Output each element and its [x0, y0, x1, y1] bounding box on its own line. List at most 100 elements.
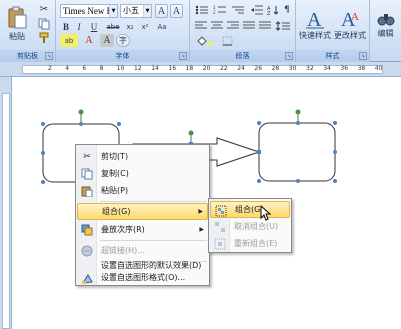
quick-styles-button[interactable]: A 快速样式: [298, 2, 332, 46]
italic-button[interactable]: I: [73, 20, 85, 33]
editing-label: 编辑: [377, 28, 394, 38]
sort-icon: AZ: [267, 6, 279, 15]
order-icon: [80, 223, 94, 236]
align-center-button[interactable]: [210, 19, 224, 32]
ruler-tick-label: 10: [116, 65, 125, 72]
ruler-tick-label: 20: [202, 65, 211, 72]
font-size-combo[interactable]: 小五 ▼: [120, 4, 152, 18]
superscript-button[interactable]: x²: [138, 20, 152, 33]
bullets-button[interactable]: [194, 3, 210, 17]
ruler-tick-label: 4: [65, 65, 70, 72]
quick-styles-icon: A: [306, 9, 324, 30]
ruler-tick-label: 36: [340, 65, 349, 72]
ruler-tick-label: 30: [288, 65, 297, 72]
clipboard-group: 粘贴 ✂ 剪贴板 ↘: [0, 0, 56, 62]
styles-group-label: 样式 ↘: [296, 50, 369, 62]
vertical-ruler[interactable]: [0, 77, 12, 329]
justify-button[interactable]: [242, 19, 256, 32]
cut-button[interactable]: ✂: [36, 3, 52, 16]
ruler-tick-label: 40: [374, 65, 383, 72]
submenu-item-group[interactable]: 组合(G): [210, 201, 290, 218]
char-shading-button[interactable]: A: [100, 34, 114, 47]
ruler-tick-label: 14: [151, 65, 159, 72]
chevron-down-icon[interactable]: ▼: [109, 5, 117, 17]
ruler-tick-label: 32: [306, 65, 314, 72]
grow-font-button[interactable]: A: [155, 4, 168, 18]
multilevel-list-icon: [232, 6, 244, 14]
paint-bucket-icon: [197, 35, 213, 46]
ruler-tick-label: 6: [82, 65, 87, 72]
show-marks-button[interactable]: ¶: [281, 3, 293, 17]
format-painter-icon: [39, 32, 49, 43]
ruler-tick-label: 28: [271, 65, 280, 72]
hyperlink-icon: [80, 244, 94, 257]
clipboard-launcher-icon[interactable]: ↘: [45, 52, 53, 60]
submenu-item-ungroup[interactable]: 取消组合(U): [210, 218, 290, 235]
font-group-label: 字体 ↘: [56, 50, 189, 62]
distributed-button[interactable]: [258, 19, 272, 32]
menu-item-copy[interactable]: 复制(C): [77, 165, 208, 182]
rotate-handle-arrow-icon[interactable]: [188, 130, 194, 136]
clear-format-button[interactable]: Aa: [154, 20, 170, 33]
binoculars-icon: [377, 13, 394, 25]
strikethrough-button[interactable]: abe: [104, 20, 122, 33]
multilevel-list-button[interactable]: [230, 3, 246, 17]
change-styles-button[interactable]: AA 更改样式: [333, 2, 367, 46]
font-color-button[interactable]: A: [80, 34, 98, 47]
paste-button[interactable]: 粘贴: [2, 2, 32, 46]
numbering-button[interactable]: 12: [212, 3, 228, 17]
editing-group: 编辑: [370, 0, 401, 62]
highlight-button[interactable]: ab: [60, 34, 78, 47]
ruler-tick-label: 2: [48, 65, 52, 72]
shading-button[interactable]: [194, 34, 216, 47]
styles-launcher-icon[interactable]: ↘: [359, 52, 367, 60]
line-spacing-button[interactable]: [274, 19, 292, 32]
copy-button[interactable]: [36, 17, 52, 30]
decrease-indent-icon: [251, 5, 263, 15]
horizontal-ruler[interactable]: 2 4 6 8 10 12 14 16 18 20 22 24 26 28 30 32 34 36 38 40: [0, 62, 401, 77]
font-name-value: Times New F: [63, 6, 112, 16]
menu-item-group[interactable]: 组合(G) ▶: [77, 203, 208, 220]
font-name-combo[interactable]: Times New F ▼: [60, 4, 118, 18]
decrease-indent-button[interactable]: [250, 3, 264, 17]
rotate-handle-right-icon[interactable]: [295, 109, 301, 115]
menu-item-order[interactable]: 叠放次序(R) ▶: [77, 221, 208, 238]
menu-item-hyperlink[interactable]: 超链接(H)...: [77, 242, 208, 259]
sort-button[interactable]: AZ: [266, 3, 280, 17]
menu-item-format-shape[interactable]: 设置自选图形格式(O)...: [77, 270, 208, 285]
bold-button[interactable]: B: [60, 20, 72, 33]
font-launcher-icon[interactable]: ↘: [179, 52, 187, 60]
change-styles-label: 更改样式: [334, 30, 366, 40]
editing-button[interactable]: 编辑: [371, 2, 400, 46]
ruler-tick-label: 22: [220, 65, 228, 72]
underline-button[interactable]: U: [86, 20, 102, 33]
ruler-tick-label: 38: [357, 65, 366, 72]
subscript-button[interactable]: x₂: [123, 20, 137, 33]
submenu-item-regroup[interactable]: 重新组合(E): [210, 235, 290, 252]
format-painter-button[interactable]: [36, 31, 52, 44]
bullets-icon: [195, 5, 208, 15]
paste-icon: [80, 184, 94, 197]
quick-styles-label: 快速样式: [299, 30, 331, 40]
ruler-tick-label: 34: [323, 65, 331, 72]
menu-item-cut[interactable]: ✂ 剪切(T): [77, 148, 208, 165]
svg-text:A: A: [307, 9, 322, 30]
line-spacing-icon: [276, 20, 290, 31]
rotate-handle-left-icon[interactable]: [78, 109, 84, 115]
chevron-down-icon[interactable]: ▼: [143, 5, 151, 17]
paragraph-launcher-icon[interactable]: ↘: [285, 52, 293, 60]
enclose-char-button[interactable]: 字: [116, 34, 130, 47]
menu-item-paste[interactable]: 粘贴(P): [77, 182, 208, 199]
char-border-button[interactable]: A: [170, 4, 183, 18]
clipboard-group-label: 剪贴板 ↘: [0, 50, 55, 62]
align-right-button[interactable]: [226, 19, 240, 32]
align-left-icon: [195, 21, 207, 29]
right-rounded-rectangle[interactable]: [258, 122, 336, 182]
align-left-button[interactable]: [194, 19, 208, 32]
borders-button[interactable]: [220, 34, 242, 47]
ruler-tick-label: 16: [168, 65, 177, 72]
styles-group: A 快速样式 AA 更改样式 样式 ↘: [296, 0, 370, 62]
font-size-value: 小五: [123, 6, 139, 15]
copy-icon: [80, 167, 94, 180]
group-icon: [214, 204, 228, 217]
